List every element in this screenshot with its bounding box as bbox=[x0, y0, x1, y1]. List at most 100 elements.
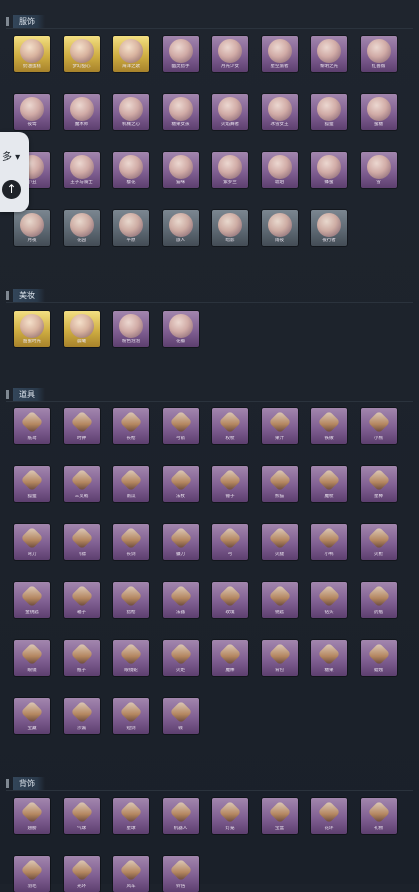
makeup-item-tile[interactable]: 甜蜜时光 bbox=[14, 311, 50, 347]
props-item-tile[interactable]: 狐狸 bbox=[14, 466, 50, 502]
props-item-tile[interactable]: 火炬 bbox=[162, 640, 199, 676]
makeup-item-tile[interactable]: 晨曦 bbox=[63, 311, 100, 347]
costume-item-tile[interactable]: 樱花 bbox=[113, 152, 149, 188]
costume-item-tile[interactable]: 火焰舞者 bbox=[212, 94, 248, 130]
props-item-tile[interactable]: 熊猫 bbox=[261, 466, 298, 502]
props-item-tile[interactable]: 锤子 bbox=[212, 466, 248, 502]
props-item-tile[interactable]: 法杖 bbox=[162, 466, 199, 502]
props-item-tile[interactable]: 飞镖 bbox=[63, 524, 100, 560]
back-item-tile[interactable]: 灯笼 bbox=[212, 798, 248, 834]
costume-item-tile[interactable]: 黎明之光 bbox=[311, 36, 347, 72]
props-item-tile[interactable]: 权杖 bbox=[212, 408, 248, 444]
back-item-tile[interactable]: 花环 bbox=[311, 798, 347, 834]
costume-item-tile[interactable]: 红蔷薇 bbox=[360, 36, 397, 72]
makeup-item-tile[interactable]: 粉色泡泡 bbox=[113, 311, 149, 347]
props-item-tile[interactable]: 玫瑰 bbox=[212, 582, 248, 618]
props-item-tile[interactable]: 弓箭 bbox=[162, 408, 199, 444]
props-item-tile[interactable]: 钥匙 bbox=[261, 582, 298, 618]
costume-item-tile[interactable]: 幽灵猎手 bbox=[162, 36, 199, 72]
back-item-tile[interactable]: 气球 bbox=[63, 798, 100, 834]
props-item-tile[interactable]: 火枪 bbox=[360, 524, 397, 560]
costume-item-tile[interactable]: 月夜 bbox=[14, 210, 50, 246]
props-item-tile[interactable]: 宝藏 bbox=[14, 698, 50, 734]
props-item-tile[interactable]: 魔棒 bbox=[212, 640, 248, 676]
costume-item-tile[interactable]: 魔术师 bbox=[63, 94, 100, 130]
props-item-tile[interactable]: 弓 bbox=[212, 524, 248, 560]
item-art-icon bbox=[20, 642, 44, 666]
costume-item-tile[interactable]: 猫咪 bbox=[162, 152, 199, 188]
back-item-tile[interactable]: 翅膀 bbox=[14, 798, 50, 834]
props-item-tile[interactable]: 弯刀 bbox=[14, 524, 50, 560]
back-item-tile[interactable]: 风车 bbox=[113, 856, 149, 892]
costume-item-tile[interactable]: 蜂蜜 bbox=[311, 152, 347, 188]
props-item-tile[interactable]: 时钟 bbox=[63, 408, 100, 444]
section-header-costume: 服饰 bbox=[6, 13, 413, 29]
costume-item-tile[interactable]: 海洋之歌 bbox=[113, 36, 149, 72]
props-item-tile[interactable]: 魔杖 bbox=[311, 466, 347, 502]
back-item-tile[interactable]: 宝盒 bbox=[261, 798, 298, 834]
makeup-item-tile[interactable]: 花瓣 bbox=[162, 311, 199, 347]
back-item-tile[interactable]: 光环 bbox=[63, 856, 100, 892]
costume-item-tile[interactable]: 月光少女 bbox=[212, 36, 248, 72]
item-name: 魔术师 bbox=[74, 122, 89, 127]
costume-item-tile[interactable]: 紫罗兰 bbox=[212, 152, 248, 188]
back-item-tile[interactable]: 铃铛 bbox=[162, 856, 199, 892]
props-item-tile[interactable]: 三叉戟 bbox=[63, 466, 100, 502]
item-name: 气球 bbox=[77, 826, 86, 831]
costume-item-tile[interactable]: 糖果女孩 bbox=[162, 94, 199, 130]
costume-item-tile[interactable]: 花园 bbox=[63, 210, 100, 246]
props-item-tile[interactable]: 箱子 bbox=[63, 582, 100, 618]
props-item-tile[interactable]: 药瓶 bbox=[360, 582, 397, 618]
props-item-tile[interactable]: 铁锹 bbox=[311, 408, 347, 444]
props-item-tile[interactable]: 纸鸢 bbox=[14, 408, 50, 444]
props-item-tile[interactable]: 南瓜 bbox=[113, 466, 149, 502]
costume-item-tile[interactable]: 星空旅者 bbox=[261, 36, 298, 72]
costume-item-tile[interactable]: 暗影 bbox=[212, 210, 248, 246]
costume-item-tile[interactable]: 旅人 bbox=[162, 210, 199, 246]
props-item-tile[interactable]: 长剑 bbox=[113, 524, 149, 560]
more-dropdown[interactable]: 多 ▾ bbox=[2, 148, 20, 163]
props-item-tile[interactable]: 星棒 bbox=[360, 466, 397, 502]
item-name: 蜂蜜 bbox=[324, 180, 334, 185]
costume-item-tile[interactable]: 机械之心 bbox=[113, 94, 149, 130]
item-art-icon bbox=[317, 410, 341, 434]
props-item-tile[interactable]: 镰刀 bbox=[162, 524, 199, 560]
props-item-tile[interactable]: 瓶子 bbox=[63, 640, 100, 676]
props-item-tile[interactable]: 火腿 bbox=[261, 524, 298, 560]
costume-item-tile[interactable]: 夜莺 bbox=[14, 94, 50, 130]
costume-item-tile[interactable]: 琥珀 bbox=[261, 152, 298, 188]
props-item-tile[interactable]: 猎枪 bbox=[113, 582, 149, 618]
costume-item-tile[interactable]: 雨夜 bbox=[261, 210, 298, 246]
costume-item-tile[interactable]: 夜行者 bbox=[311, 210, 347, 246]
costume-item-tile[interactable]: 蜜糖 bbox=[360, 94, 397, 130]
props-item-tile[interactable]: 钻头 bbox=[311, 582, 347, 618]
props-item-tile[interactable]: 果汁 bbox=[261, 408, 298, 444]
props-item-tile[interactable]: 戟 bbox=[162, 698, 199, 734]
props-item-tile[interactable]: 背包 bbox=[261, 640, 298, 676]
props-item-tile[interactable]: 沙漏 bbox=[63, 698, 100, 734]
costume-item-tile[interactable]: 狐狸 bbox=[311, 94, 347, 130]
back-item-tile[interactable]: 礼物 bbox=[360, 798, 397, 834]
costume-item-tile[interactable]: 奶油蛋糕 bbox=[14, 36, 50, 72]
props-item-tile[interactable]: 糖果 bbox=[311, 640, 347, 676]
item-name: 琥珀 bbox=[275, 180, 284, 185]
costume-item-tile[interactable]: 王子与骑士 bbox=[63, 152, 100, 188]
props-item-tile[interactable]: 长枪 bbox=[113, 408, 149, 444]
props-item-tile[interactable]: 金钥匙 bbox=[14, 582, 50, 618]
item-art-icon bbox=[119, 800, 143, 824]
back-item-tile[interactable]: 机器人 bbox=[162, 798, 199, 834]
back-item-tile[interactable]: 星球 bbox=[113, 798, 149, 834]
props-item-tile[interactable]: 小熊 bbox=[360, 408, 397, 444]
back-item-tile[interactable]: 羽毛 bbox=[14, 856, 50, 892]
arrow-up-icon[interactable]: ↑ bbox=[2, 180, 21, 199]
costume-item-tile[interactable]: 冰雪女王 bbox=[261, 94, 298, 130]
costume-item-tile[interactable]: 梦幻甜心 bbox=[63, 36, 100, 72]
costume-item-tile[interactable]: 雪 bbox=[360, 152, 397, 188]
props-item-tile[interactable]: 眼镜 bbox=[14, 640, 50, 676]
props-item-tile[interactable]: 小鸭 bbox=[311, 524, 347, 560]
props-item-tile[interactable]: 蜡烛 bbox=[360, 640, 397, 676]
props-item-tile[interactable]: 眼镜蛇 bbox=[113, 640, 149, 676]
costume-item-tile[interactable]: 平原 bbox=[113, 210, 149, 246]
props-item-tile[interactable]: 短剑 bbox=[113, 698, 149, 734]
props-item-tile[interactable]: 法器 bbox=[162, 582, 199, 618]
